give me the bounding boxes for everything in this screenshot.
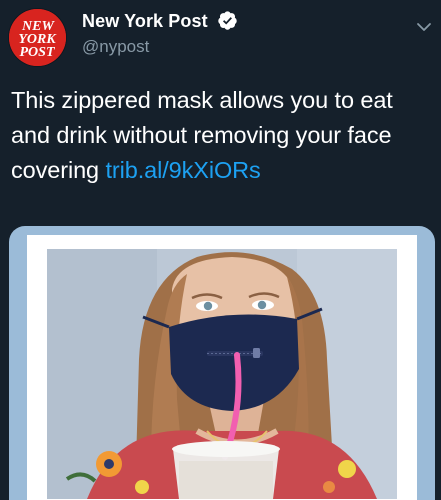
chevron-down-icon[interactable] xyxy=(416,19,432,35)
tweet-card[interactable]: NEW YORK POST New York Post @nypost This… xyxy=(0,0,441,500)
account-handle[interactable]: @nypost xyxy=(82,37,149,57)
verified-badge-icon xyxy=(218,11,237,30)
media-card[interactable] xyxy=(9,226,435,500)
media-frame xyxy=(27,235,417,500)
logo-line-3: POST xyxy=(20,45,56,60)
display-name[interactable]: New York Post xyxy=(82,11,208,32)
tweet-link[interactable]: trib.al/9kXiORs xyxy=(105,157,260,183)
profile-avatar[interactable]: NEW YORK POST xyxy=(9,9,66,66)
woman-wearing-mask-photo xyxy=(47,249,397,499)
new-york-post-logo-icon: NEW YORK POST xyxy=(9,9,66,66)
tweet-text: This zippered mask allows you to eat and… xyxy=(11,83,431,188)
media-photo[interactable] xyxy=(47,249,397,499)
